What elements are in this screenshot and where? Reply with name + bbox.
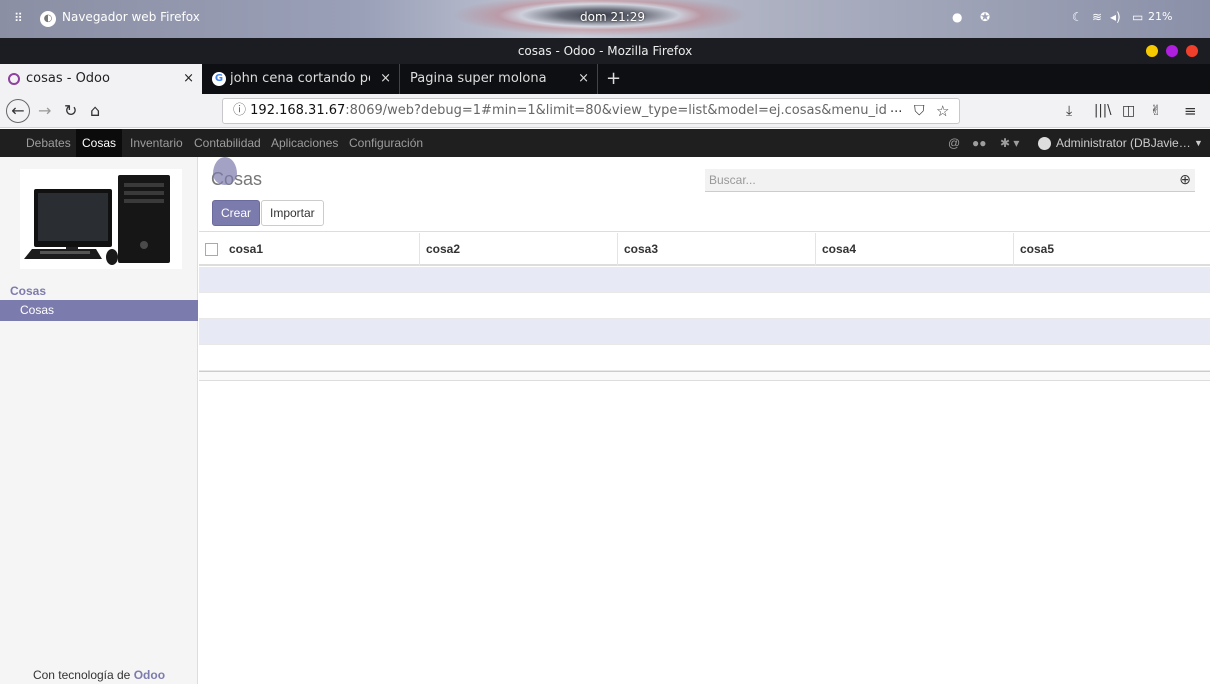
main-content: Cosas Buscar... ⊕ Crear Importar cosa1 c… — [199, 157, 1210, 684]
extension-icon[interactable]: ✌ — [1150, 101, 1162, 121]
menu-configuracion[interactable]: Configuración — [349, 129, 423, 157]
close-tab-icon[interactable]: × — [376, 64, 391, 94]
odoo-favicon-icon — [8, 73, 20, 85]
url-host: 192.168.31.67 — [250, 103, 346, 118]
downloads-icon[interactable]: ⤓ — [1066, 101, 1072, 121]
tab-john-cena[interactable]: G john cena cortando pelo × — [204, 64, 400, 94]
new-tab-button[interactable]: + — [606, 64, 630, 94]
odoo-top-menu: Debates Cosas Inventario Contabilidad Ap… — [0, 129, 1210, 157]
import-button[interactable]: Importar — [261, 200, 324, 226]
menu-contabilidad[interactable]: Contabilidad — [194, 129, 261, 157]
google-favicon-icon: G — [212, 72, 226, 86]
url-bar[interactable]: ⓘ 192.168.31.67:8069/web?debug=1#min=1&l… — [222, 98, 960, 124]
search-input[interactable]: Buscar... ⊕ — [705, 169, 1195, 192]
sidebar-section-title: Cosas — [10, 284, 47, 298]
table-header: cosa1 cosa2 cosa3 cosa4 cosa5 — [199, 233, 1210, 266]
back-icon[interactable]: ← — [6, 99, 30, 123]
close-window-button[interactable] — [1186, 45, 1198, 57]
table-footer — [199, 371, 1210, 381]
chevron-down-icon[interactable]: ▼ — [1194, 129, 1203, 157]
column-header-cosa2[interactable]: cosa2 — [419, 233, 617, 266]
forward-icon[interactable]: → — [38, 101, 51, 121]
column-header-cosa5[interactable]: cosa5 — [1013, 233, 1210, 266]
at-mention-icon[interactable]: @ — [948, 129, 960, 157]
sidebar: Cosas Cosas Con tecnología de Odoo — [0, 157, 198, 684]
column-header-cosa4[interactable]: cosa4 — [815, 233, 1013, 266]
menu-cosas[interactable]: Cosas — [76, 129, 123, 157]
battery-icon: ▭ — [1132, 10, 1144, 24]
select-all-checkbox[interactable] — [205, 243, 218, 256]
menu-debates[interactable]: Debates — [26, 129, 71, 157]
page-actions-icon[interactable]: ··· — [890, 103, 902, 123]
site-info-icon[interactable]: ⓘ — [233, 103, 246, 118]
control-panel: Cosas Buscar... ⊕ Crear Importar — [199, 157, 1210, 232]
create-button[interactable]: Crear — [212, 200, 261, 226]
powered-by: Con tecnología de Odoo — [0, 668, 198, 682]
active-app-name[interactable]: Navegador web Firefox — [62, 10, 200, 24]
os-top-bar: ⠿ ◐ Navegador web Firefox dom 21:29 ● ✪ … — [0, 0, 1210, 38]
odoo-link[interactable]: Odoo — [134, 668, 165, 682]
sidebar-item-cosas[interactable]: Cosas — [0, 300, 198, 321]
menu-aplicaciones[interactable]: Aplicaciones — [271, 129, 338, 157]
volume-icon: ◂) — [1110, 10, 1121, 24]
grid-icon[interactable]: ⠿ — [14, 11, 28, 25]
night-light-icon: ☾ — [1072, 10, 1083, 24]
nav-bar: ← → ↻ ⌂ ⓘ 192.168.31.67:8069/web?debug=1… — [0, 94, 1210, 128]
sidebar-toggle-icon[interactable]: ◫ — [1122, 101, 1135, 121]
column-header-cosa1[interactable]: cosa1 — [223, 233, 423, 266]
tab-bar: cosas - Odoo × G john cena cortando pelo… — [0, 64, 1210, 94]
pocket-icon[interactable]: ⛉ — [914, 101, 925, 121]
column-header-cosa3[interactable]: cosa3 — [617, 233, 815, 266]
menu-inventario[interactable]: Inventario — [130, 129, 183, 157]
cursor-drop-icon — [213, 157, 237, 185]
minimize-button[interactable] — [1146, 45, 1158, 57]
close-tab-icon[interactable]: × — [578, 64, 589, 94]
tab-odoo[interactable]: cosas - Odoo × — [0, 64, 202, 94]
avatar[interactable] — [1038, 137, 1051, 150]
search-placeholder: Buscar... — [709, 173, 756, 187]
updates-icon[interactable]: ● — [952, 10, 962, 24]
library-icon[interactable]: |||\ — [1094, 101, 1112, 121]
company-logo — [20, 169, 182, 269]
window-title: cosas - Odoo - Mozilla Firefox — [0, 38, 1210, 64]
tab-label: Pagina super molona — [410, 71, 547, 86]
table-row — [199, 319, 1210, 345]
close-tab-icon[interactable]: × — [183, 64, 194, 94]
table-row — [199, 267, 1210, 293]
accessibility-icon[interactable]: ✪ — [980, 10, 990, 24]
wifi-icon: ≋ — [1092, 10, 1103, 24]
tab-label: cosas - Odoo — [26, 71, 110, 86]
table-row — [199, 293, 1210, 319]
debug-bug-icon[interactable]: ✱ ▾ — [1000, 129, 1019, 157]
search-icon[interactable]: ⊕ — [1179, 171, 1191, 188]
clock[interactable]: dom 21:29 — [580, 10, 645, 24]
user-menu[interactable]: Administrator (DBJavie… — [1056, 129, 1191, 157]
powered-by-text: Con tecnología de — [32, 668, 131, 682]
url-rest: :8069/web?debug=1#min=1&limit=80&view_ty… — [345, 103, 887, 118]
firefox-app-icon: ◐ — [40, 11, 56, 27]
bookmark-star-icon[interactable]: ☆ — [936, 101, 949, 121]
reload-icon[interactable]: ↻ — [64, 101, 77, 121]
tab-label: john cena cortando pelo — [230, 71, 370, 86]
home-icon[interactable]: ⌂ — [90, 101, 100, 121]
tab-pagina[interactable]: Pagina super molona × — [402, 64, 598, 94]
battery-level: 21% — [1148, 10, 1173, 23]
table-row — [199, 345, 1210, 371]
chat-icon[interactable]: ●● — [972, 129, 987, 157]
maximize-button[interactable] — [1166, 45, 1178, 57]
menu-hamburger-icon[interactable]: ≡ — [1184, 101, 1197, 121]
